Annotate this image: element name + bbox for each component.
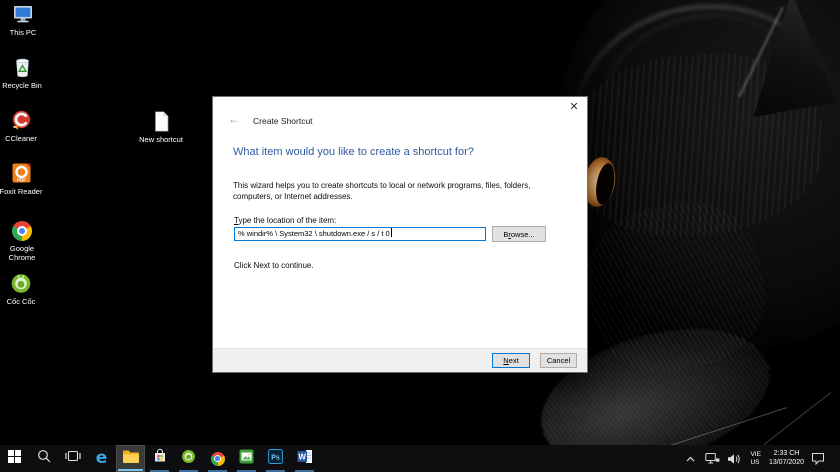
desktop-icon-ccleaner[interactable]: CCleaner — [0, 108, 53, 143]
taskbar-search-button[interactable] — [29, 445, 58, 472]
back-arrow-icon: ← — [228, 112, 240, 126]
taskbar-photoshop-button[interactable]: Ps — [261, 445, 290, 472]
cancel-button[interactable]: Cancel — [540, 353, 577, 368]
coc-coc-icon — [181, 449, 196, 469]
taskbar-word-button[interactable]: W — [290, 445, 319, 472]
svg-text:W: W — [298, 452, 306, 461]
language-indicator[interactable]: VIE US — [750, 451, 760, 466]
location-input-value: % windir% \ System32 \ shutdown.exe / s … — [238, 229, 390, 238]
close-button[interactable]: ✕ — [565, 99, 583, 115]
desktop-icon-this-pc[interactable]: This PC — [0, 2, 55, 37]
desktop-icon-new-shortcut[interactable]: New shortcut — [129, 109, 193, 144]
recycle-bin-icon — [12, 55, 33, 78]
taskbar-coc-coc-button[interactable] — [174, 445, 203, 472]
new-shortcut-file-icon — [153, 109, 170, 132]
icon-label: New shortcut — [139, 135, 183, 144]
word-icon: W — [297, 449, 313, 469]
icon-label: Recycle Bin — [2, 81, 42, 90]
text-caret — [391, 228, 392, 237]
svg-text:Ps: Ps — [271, 454, 280, 461]
action-center-icon[interactable] — [810, 445, 826, 472]
taskbar-image-editor-button[interactable] — [232, 445, 261, 472]
location-input-label: Type the location of the item: — [234, 216, 336, 225]
next-button[interactable]: Next — [492, 353, 530, 368]
desktop: This PC Recycle Bin CCleaner PDF Foxit R… — [0, 0, 840, 472]
desktop-icon-google-chrome[interactable]: Google Chrome — [0, 218, 54, 262]
clock-date: 13/07/2020 — [769, 459, 804, 468]
back-button[interactable]: ← — [226, 112, 242, 126]
system-tray: VIE US 2:33 CH 13/07/2020 — [676, 445, 840, 472]
desktop-icon-coc-coc[interactable]: Cốc Cốc — [0, 271, 53, 306]
clock-time: 2:33 CH — [769, 450, 804, 459]
network-icon[interactable] — [704, 445, 720, 472]
chrome-icon — [211, 452, 225, 466]
cat-whisker — [764, 392, 832, 445]
dialog-title: Create Shortcut — [253, 116, 313, 126]
task-view-button[interactable] — [58, 445, 87, 472]
icon-label: Foxit Reader — [0, 187, 42, 196]
edge-icon: e — [96, 450, 108, 467]
taskbar-store-button[interactable] — [145, 445, 174, 472]
icon-label: This PC — [10, 28, 37, 37]
dialog-heading: What item would you like to create a sho… — [233, 146, 474, 158]
microsoft-store-icon — [152, 448, 168, 469]
taskbar-file-explorer-button[interactable] — [116, 445, 145, 472]
photoshop-icon: Ps — [268, 449, 283, 469]
windows-logo-icon — [8, 450, 21, 468]
language-line1: VIE — [750, 451, 760, 459]
icon-label: Cốc Cốc — [7, 297, 36, 306]
close-icon: ✕ — [569, 101, 578, 113]
icon-label: CCleaner — [5, 134, 37, 143]
language-line2: US — [750, 459, 760, 467]
start-button[interactable] — [0, 445, 29, 472]
hidden-icons-chevron[interactable] — [682, 445, 698, 472]
location-input[interactable]: % windir% \ System32 \ shutdown.exe / s … — [234, 227, 486, 241]
taskbar-chrome-button[interactable] — [203, 445, 232, 472]
taskbar-edge-button[interactable]: e — [87, 445, 116, 472]
ccleaner-icon — [10, 108, 32, 131]
dialog-description: This wizard helps you to create shortcut… — [233, 181, 569, 202]
svg-text:PDF: PDF — [17, 177, 26, 182]
coc-coc-icon — [10, 271, 32, 294]
volume-icon[interactable] — [726, 445, 742, 472]
create-shortcut-dialog: ← Create Shortcut ✕ What item would you … — [212, 96, 588, 373]
foxit-reader-icon: PDF — [11, 161, 32, 184]
dialog-footer: Next Cancel — [213, 348, 587, 372]
taskbar-clock[interactable]: 2:33 CH 13/07/2020 — [769, 450, 804, 467]
desktop-icon-foxit-reader[interactable]: PDF Foxit Reader — [0, 161, 53, 196]
google-chrome-icon — [12, 218, 32, 241]
search-icon — [37, 449, 51, 468]
image-editor-icon — [239, 449, 254, 469]
task-view-icon — [65, 449, 81, 468]
icon-label: Google Chrome — [3, 244, 41, 262]
file-explorer-icon — [122, 449, 140, 469]
taskbar: e — [0, 445, 840, 472]
desktop-icon-recycle-bin[interactable]: Recycle Bin — [0, 55, 54, 90]
dialog-hint: Click Next to continue. — [234, 261, 314, 270]
this-pc-icon — [12, 2, 34, 25]
browse-button[interactable]: Browse... — [492, 226, 546, 242]
active-app-underline — [118, 469, 143, 471]
